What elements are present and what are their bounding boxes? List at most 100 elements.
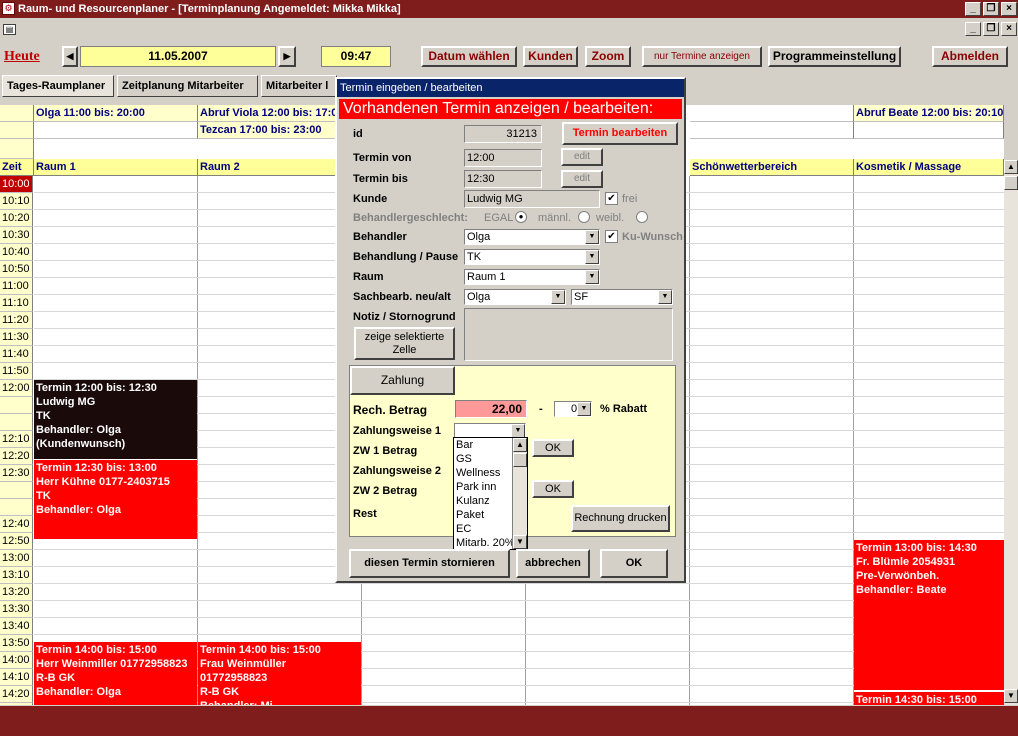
tab-staff[interactable]: Mitarbeiter l [261, 75, 337, 97]
room1-staff-cell[interactable]: Olga 11:00 bis: 20:00 [34, 105, 198, 122]
child-close-icon[interactable]: × [1001, 22, 1017, 36]
time-cell[interactable]: 14:20 [0, 686, 33, 703]
dropdown-scrollbar[interactable]: ▲ ▼ [512, 438, 527, 549]
from-field[interactable]: 12:00 [464, 149, 542, 167]
time-cell[interactable]: 12:40 [0, 516, 33, 533]
tab-day-room-planner[interactable]: Tages-Raumplaner [2, 75, 114, 97]
zw1-ok-button[interactable]: OK [532, 439, 574, 457]
treatment-select[interactable]: TK ▼ [464, 249, 600, 265]
time-cell[interactable]: 10:40 [0, 244, 33, 261]
outdoor-staff-cell-2[interactable] [690, 122, 854, 139]
cosmetics-staff-cell[interactable]: Abruf Beate 12:00 bis: 20:10 [854, 105, 1004, 122]
zoom-button[interactable]: Zoom [585, 46, 631, 67]
time-cell[interactable] [0, 482, 33, 499]
appointment-block[interactable]: Termin 14:30 bis: 15:00 [854, 692, 1004, 705]
time-cell[interactable] [0, 499, 33, 516]
time-cell[interactable]: 10:20 [0, 210, 33, 227]
to-field[interactable]: 12:30 [464, 170, 542, 188]
time-cell[interactable] [0, 414, 33, 431]
time-cell[interactable]: 13:40 [0, 618, 33, 635]
time-cell[interactable]: 13:30 [0, 601, 33, 618]
ku-wunsch-checkbox[interactable]: ✔ [605, 230, 618, 243]
close-icon[interactable]: × [1001, 2, 1017, 16]
time-cell[interactable]: 11:20 [0, 312, 33, 329]
cancel-appointment-button[interactable]: diesen Termin stornieren [349, 549, 510, 578]
clerk-old-select[interactable]: SF ▼ [571, 289, 673, 305]
room-select[interactable]: Raum 1 ▼ [464, 269, 600, 285]
time-cell[interactable]: 13:00 [0, 550, 33, 567]
time-cell[interactable]: 13:50 [0, 635, 33, 652]
customers-button[interactable]: Kunden [523, 46, 578, 67]
payment-button[interactable]: Zahlung [350, 366, 455, 395]
time-cell[interactable] [0, 397, 33, 414]
dropdown-option[interactable]: Kulanz [454, 494, 512, 508]
room1-staff-cell-2[interactable] [34, 122, 198, 139]
time-cell[interactable]: 12:50 [0, 533, 33, 550]
only-appointments-button[interactable]: nur Termine anzeigen [642, 46, 762, 67]
edit-from-button[interactable]: edit [561, 148, 603, 166]
time-cell[interactable]: 10:30 [0, 227, 33, 244]
next-day-button[interactable]: ▶ [278, 46, 296, 67]
dropdown-option[interactable]: Bar [454, 438, 512, 452]
appointment-block[interactable]: Termin 12:00 bis: 12:30 Ludwig MG TK Beh… [34, 380, 197, 459]
time-cell[interactable]: 10:50 [0, 261, 33, 278]
time-cell[interactable]: 14:00 [0, 652, 33, 669]
appointment-block[interactable]: Termin 12:30 bis: 13:00 Herr Kühne 0177-… [34, 460, 197, 539]
grid-scrollbar[interactable]: ▲ ▼ [1004, 160, 1018, 705]
bill-field[interactable]: 22,00 [455, 400, 527, 418]
time-cell[interactable]: 14:30 [0, 703, 33, 705]
child-minimize-icon[interactable]: _ [965, 22, 981, 36]
cosmetics-staff-cell-2[interactable] [854, 122, 1004, 139]
settings-button[interactable]: Programmeinstellung [768, 46, 901, 67]
clerk-new-select[interactable]: Olga ▼ [464, 289, 566, 305]
time-cell[interactable]: 12:30 [0, 465, 33, 482]
dropdown-thumb[interactable] [513, 453, 527, 467]
time-cell[interactable]: 12:20 [0, 448, 33, 465]
dropdown-option[interactable]: GS [454, 452, 512, 466]
time-cell[interactable]: 13:10 [0, 567, 33, 584]
today-link[interactable]: Heute [4, 49, 40, 65]
print-bill-button[interactable]: Rechnung drucken [571, 505, 670, 532]
appointment-block[interactable]: Termin 14:00 bis: 15:00 Herr Weinmiller … [34, 642, 197, 705]
male-radio[interactable] [578, 211, 590, 223]
payment-method-dropdown[interactable]: Bar GS Wellness Park inn Kulanz Paket EC Mitarb… [453, 437, 528, 550]
dropdown-option[interactable]: Park inn [454, 480, 512, 494]
customer-field[interactable]: Ludwig MG [464, 190, 600, 208]
prev-day-button[interactable]: ◀ [62, 46, 78, 67]
appointment-block[interactable]: Termin 14:00 bis: 15:00 Frau Weinmüller … [198, 642, 361, 705]
time-cell[interactable]: 13:20 [0, 584, 33, 601]
tab-staff-planning[interactable]: Zeitplanung Mitarbeiter [117, 75, 258, 97]
time-cell[interactable]: 14:10 [0, 669, 33, 686]
egal-radio[interactable]: ● [515, 211, 527, 223]
restore-icon[interactable]: ❐ [983, 2, 999, 16]
time-cell[interactable]: 11:30 [0, 329, 33, 346]
edit-appointment-button[interactable]: Termin bearbeiten [562, 122, 678, 145]
dropdown-option[interactable]: Paket [454, 508, 512, 522]
scroll-thumb[interactable] [1004, 176, 1018, 190]
child-restore-icon[interactable]: ❐ [983, 22, 999, 36]
show-cell-button[interactable]: zeige selektierte Zelle [354, 327, 455, 360]
time-cell[interactable]: 11:50 [0, 363, 33, 380]
appointment-block[interactable]: Termin 13:00 bis: 14:30 Fr. Blümle 20549… [854, 540, 1004, 690]
time-cell[interactable]: 11:40 [0, 346, 33, 363]
zw2-ok-button[interactable]: OK [532, 480, 574, 498]
logout-button[interactable]: Abmelden [932, 46, 1008, 67]
note-field[interactable] [464, 308, 673, 361]
outdoor-staff-cell[interactable] [690, 105, 854, 122]
scroll-up-icon[interactable]: ▲ [1004, 160, 1018, 174]
dropdown-up-icon[interactable]: ▲ [513, 438, 527, 452]
date-field[interactable]: 11.05.2007 [80, 46, 276, 67]
discount-select[interactable]: 0 ▼ [554, 401, 592, 417]
dropdown-option[interactable]: EC [454, 522, 512, 536]
minimize-icon[interactable]: _ [965, 2, 981, 16]
abort-button[interactable]: abbrechen [516, 549, 590, 578]
scroll-down-icon[interactable]: ▼ [1004, 689, 1018, 703]
dropdown-down-icon[interactable]: ▼ [513, 535, 527, 549]
edit-to-button[interactable]: edit [561, 170, 603, 188]
free-checkbox[interactable]: ✔ [605, 192, 618, 205]
therapist-select[interactable]: Olga ▼ [464, 229, 600, 245]
time-cell[interactable]: 12:00 [0, 380, 33, 397]
dropdown-option[interactable]: Wellness [454, 466, 512, 480]
document-icon[interactable]: ▤ [3, 24, 16, 35]
choose-date-button[interactable]: Datum wählen [421, 46, 517, 67]
